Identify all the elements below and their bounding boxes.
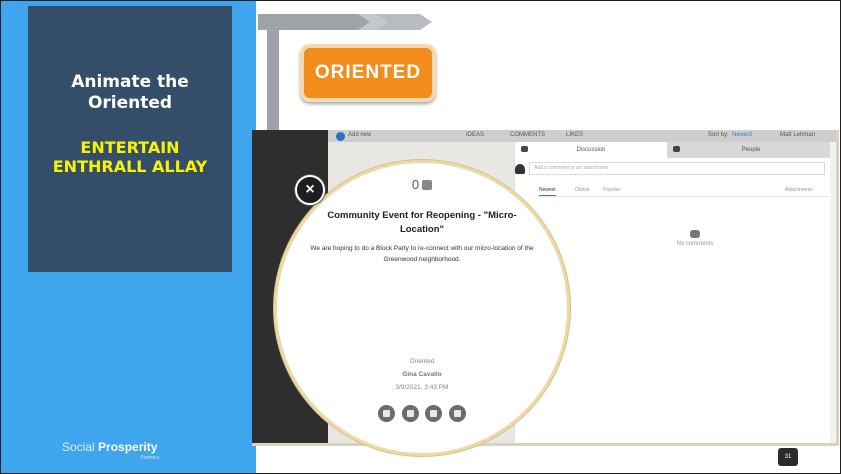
comments-count: COMMENTS bbox=[510, 132, 545, 138]
divider bbox=[539, 196, 829, 197]
panel-tabs: Discussion People bbox=[515, 142, 835, 158]
discussion-icon bbox=[521, 146, 528, 152]
sort-by-label: Sort by: bbox=[708, 132, 729, 138]
edit-icon[interactable] bbox=[448, 405, 466, 422]
comment-input[interactable]: Add a comment or an attachment bbox=[529, 162, 825, 175]
slide-subtitle: ENTERTAIN ENTHRALL ALLAY bbox=[52, 138, 208, 176]
share-icon[interactable] bbox=[401, 405, 419, 422]
add-icon[interactable] bbox=[336, 132, 345, 141]
add-new-label[interactable]: Add new bbox=[348, 132, 371, 138]
user-avatar-icon bbox=[515, 164, 525, 174]
tab-people-label: People bbox=[741, 147, 761, 153]
process-chevron-strip bbox=[258, 14, 432, 30]
idea-card-magnified: 0 Community Event for Reopening - "Micro… bbox=[274, 160, 570, 456]
post-author: Gina Cavallo bbox=[402, 371, 442, 378]
logo-word-prosperity: Prosperity bbox=[98, 440, 158, 454]
thumbs-up-icon[interactable] bbox=[422, 180, 433, 190]
link-icon[interactable] bbox=[425, 405, 443, 422]
post-actions bbox=[277, 405, 567, 427]
post-meta: Oriented Gina Cavallo 3/9/2021, 3:43 PM bbox=[277, 355, 567, 394]
sort-by-select[interactable]: Newest bbox=[732, 132, 752, 138]
user-menu[interactable]: Matt Lehman bbox=[780, 132, 815, 138]
tab-discussion[interactable]: Discussion bbox=[515, 142, 667, 158]
page-number: 31 bbox=[778, 448, 798, 466]
logo-word-social: Social bbox=[62, 440, 95, 454]
no-comments-text: No comments bbox=[676, 241, 714, 247]
no-comments-state: No comments bbox=[645, 230, 745, 247]
post-body: We are hoping to do a Block Party to re-… bbox=[310, 245, 534, 263]
likes-count: LIKES bbox=[566, 132, 584, 138]
post-stage: Oriented bbox=[409, 358, 435, 365]
social-prosperity-logo: Social Prosperity Partners bbox=[62, 440, 159, 461]
like-count: 0 bbox=[411, 177, 420, 192]
post-timestamp: 3/9/2021, 3:43 PM bbox=[395, 384, 449, 391]
title-box: Animate the Oriented ENTERTAIN ENTHRALL … bbox=[28, 6, 232, 272]
oriented-stage-button[interactable]: ORIENTED bbox=[300, 44, 436, 102]
slide-title: Animate the Oriented bbox=[71, 72, 189, 113]
app-toolbar: Add new IDEAS COMMENTS LIKES Sort by: Ne… bbox=[328, 130, 836, 142]
sort-popular[interactable]: Popular bbox=[603, 187, 620, 193]
attachments-link[interactable]: Attachments bbox=[785, 187, 813, 193]
tab-people[interactable]: People bbox=[667, 142, 835, 158]
star-icon[interactable] bbox=[378, 405, 396, 422]
tab-discussion-label: Discussion bbox=[576, 147, 606, 153]
logo-tagline: Partners bbox=[140, 455, 160, 461]
post-title: Community Event for Reopening - "Micro-L… bbox=[327, 210, 517, 235]
close-icon[interactable]: × bbox=[295, 175, 325, 205]
comment-bubble-icon bbox=[690, 230, 700, 238]
people-icon bbox=[673, 146, 680, 152]
right-edge-strip bbox=[830, 142, 836, 443]
ideas-count: IDEAS bbox=[466, 132, 485, 138]
sort-oldest[interactable]: Oldest bbox=[575, 187, 589, 193]
